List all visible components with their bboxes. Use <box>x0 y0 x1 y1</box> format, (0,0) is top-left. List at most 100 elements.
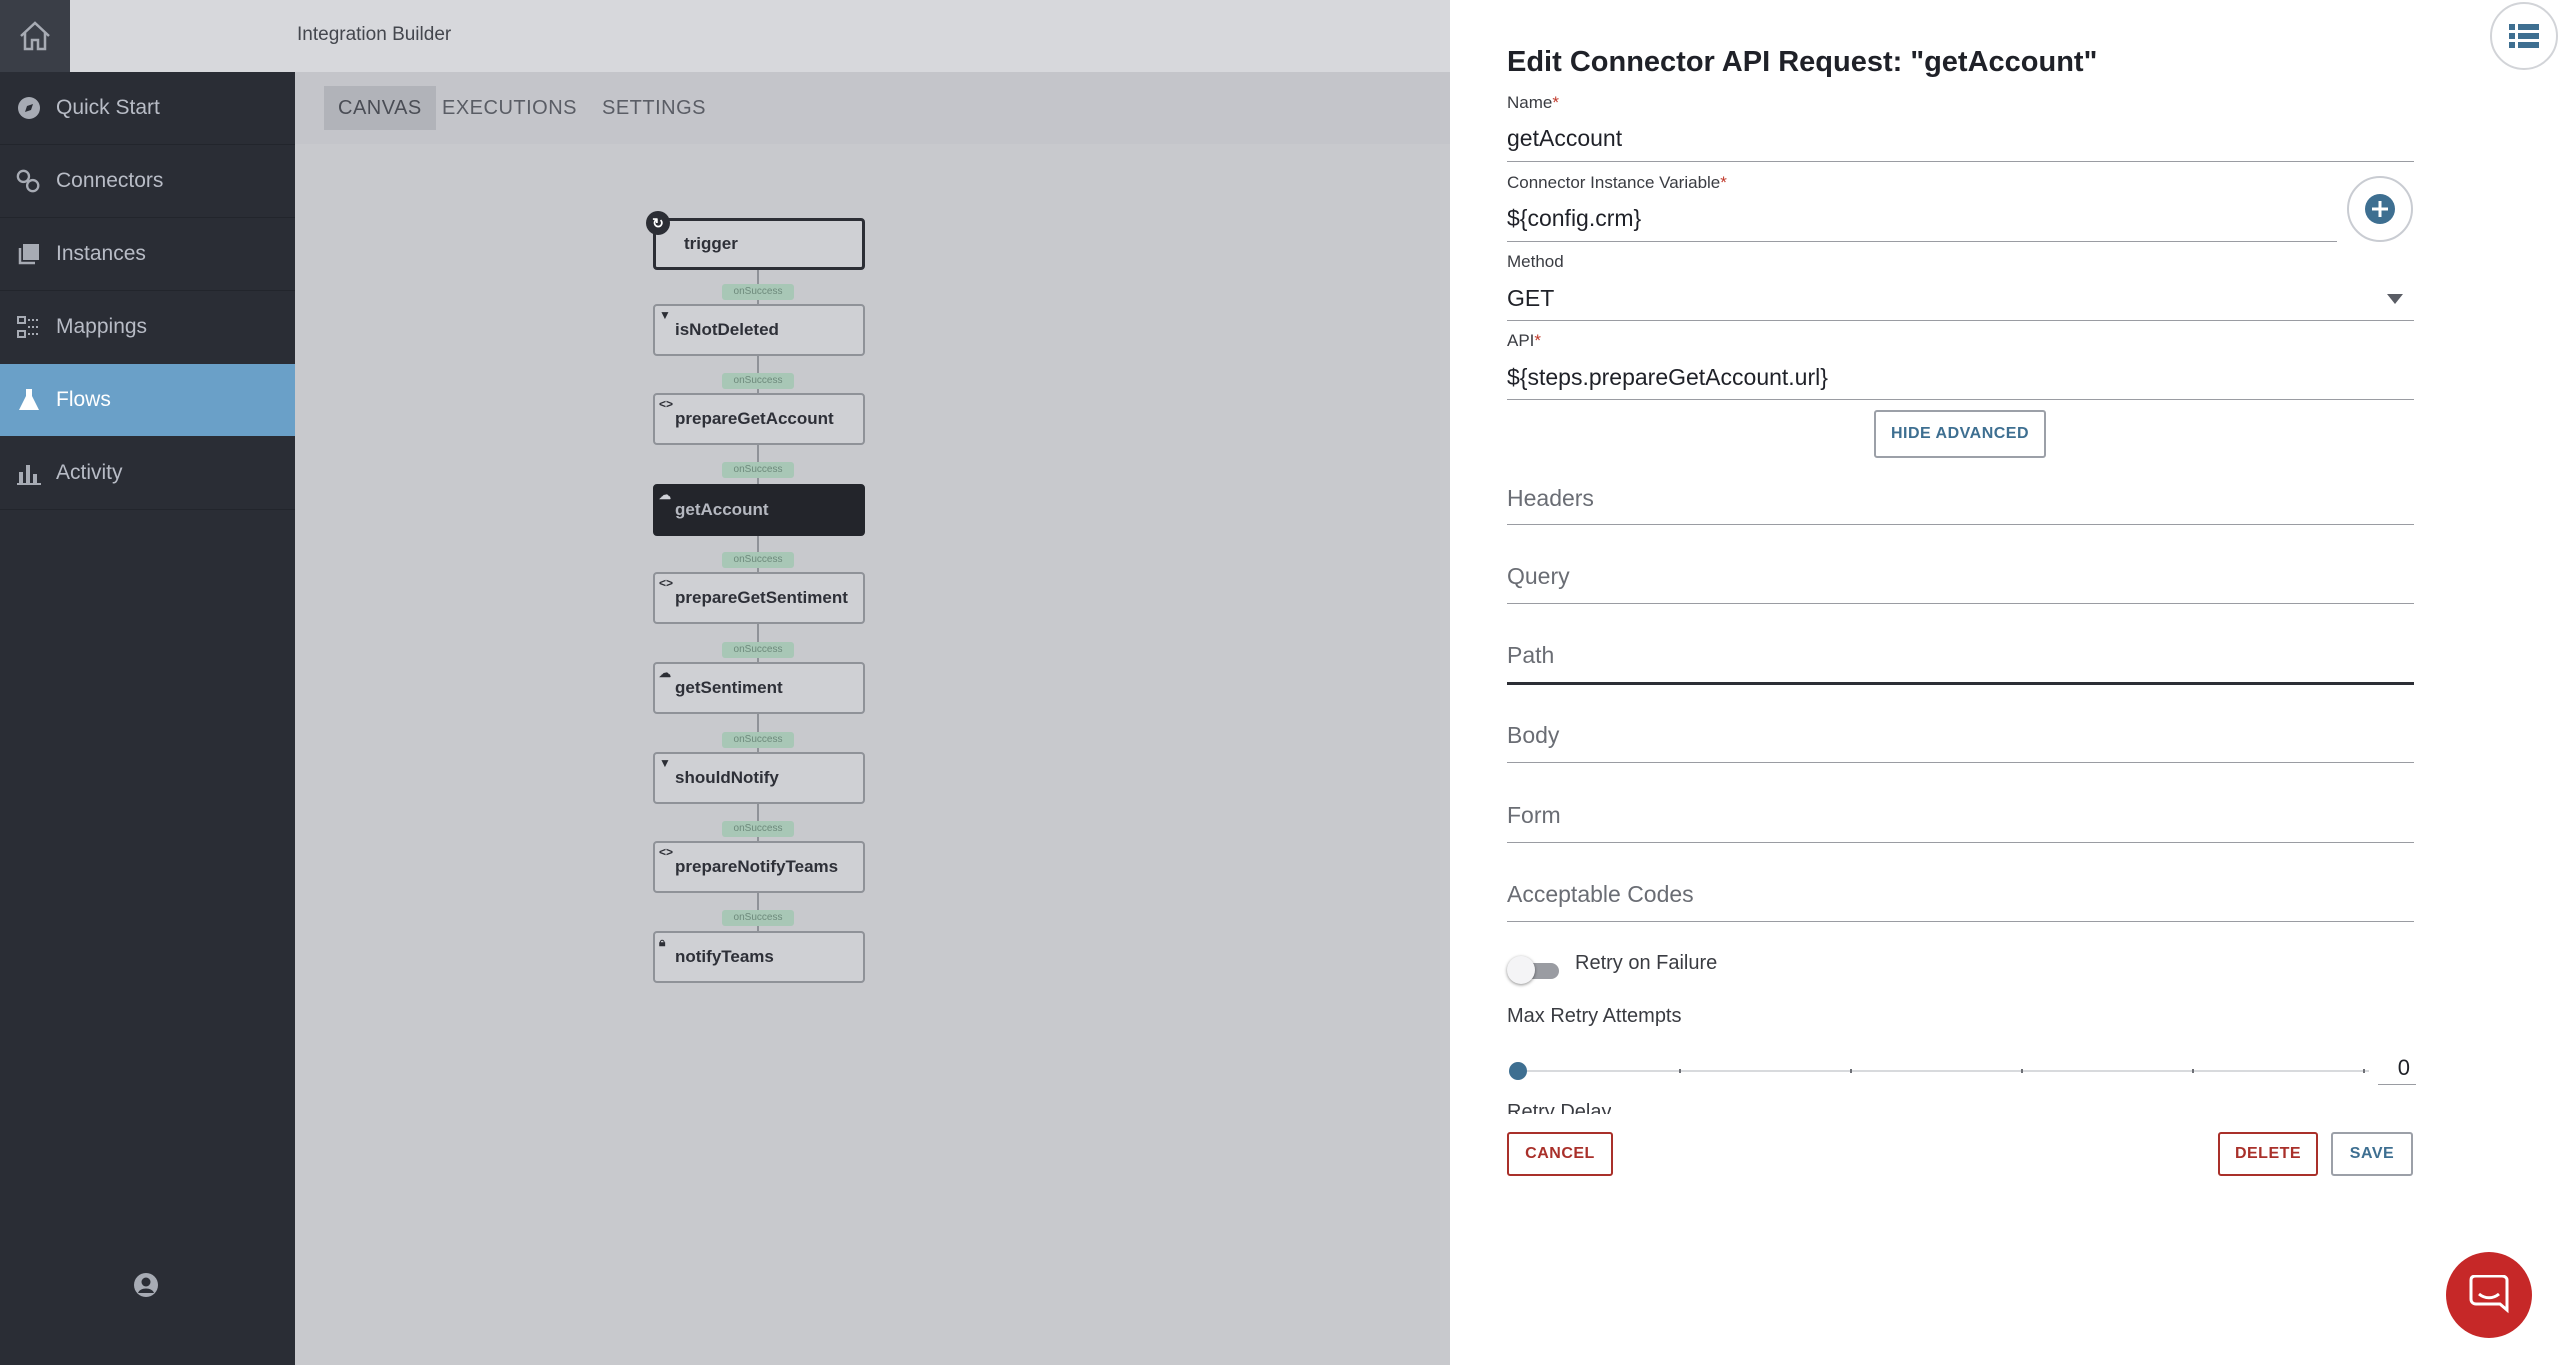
path-underline <box>1507 682 2414 685</box>
query-underline <box>1507 603 2414 604</box>
path-field[interactable]: Path <box>1507 642 1554 669</box>
top-bar: Integration Builder <box>70 0 1450 72</box>
on-success-badge: onSuccess <box>722 462 794 478</box>
code-icon: <> <box>659 576 674 590</box>
app-title: Integration Builder <box>297 24 452 45</box>
sidebar-item-mappings[interactable]: Mappings <box>0 291 295 363</box>
bar-chart-icon <box>16 460 42 486</box>
sidebar-item-label: Mappings <box>56 315 148 338</box>
form-field[interactable]: Form <box>1507 802 1561 829</box>
code-icon: <> <box>659 845 674 859</box>
flow-node-label: prepareGetSentiment <box>675 588 848 607</box>
code-icon: <> <box>659 397 674 411</box>
flow-node-trigger[interactable]: ↻ trigger <box>646 211 865 270</box>
form-underline <box>1507 842 2414 843</box>
flow-node-label: getAccount <box>675 500 769 519</box>
max-retry-slider[interactable] <box>1507 1060 2369 1082</box>
body-field[interactable]: Body <box>1507 722 1559 749</box>
name-label: Name* <box>1507 93 1559 113</box>
flow-node-get-account[interactable]: ☁ getAccount <box>653 484 865 536</box>
flow-node-label: getSentiment <box>675 678 783 697</box>
trigger-icon: ↻ <box>646 211 670 235</box>
headers-underline <box>1507 524 2414 525</box>
required-marker: * <box>1720 173 1727 192</box>
slider-tick <box>2363 1069 2365 1073</box>
flow-node-notify-teams[interactable]: 🔒︎ notifyTeams <box>653 931 865 983</box>
method-select[interactable]: GET <box>1507 285 1554 312</box>
on-success-badge: onSuccess <box>722 552 794 568</box>
compass-icon <box>16 95 42 121</box>
headers-field[interactable]: Headers <box>1507 485 1594 512</box>
tab-executions[interactable]: EXECUTIONS <box>428 86 591 130</box>
instance-variable-field[interactable]: ${config.crm} <box>1507 205 1641 232</box>
flow-node-label: isNotDeleted <box>675 320 779 339</box>
flow-node-label: prepareGetAccount <box>675 409 834 428</box>
cancel-button[interactable]: CANCEL <box>1507 1132 1613 1176</box>
user-account-icon[interactable] <box>133 1272 159 1298</box>
lock-icon: 🔒︎ <box>659 935 666 949</box>
instances-icon <box>16 241 42 267</box>
flow-node-is-not-deleted[interactable]: ▼ isNotDeleted <box>653 304 865 356</box>
home-icon <box>20 21 50 51</box>
api-label: API* <box>1507 331 1541 351</box>
body-underline <box>1507 762 2414 763</box>
tab-canvas[interactable]: CANVAS <box>324 86 436 130</box>
slider-rail <box>1517 1070 2369 1072</box>
sidebar-item-label: Quick Start <box>56 96 160 119</box>
acceptable-codes-field[interactable]: Acceptable Codes <box>1507 881 1694 908</box>
required-marker: * <box>1534 331 1542 350</box>
api-label-text: API <box>1507 331 1535 350</box>
flow-node-prepare-get-account[interactable]: <> prepareGetAccount <box>653 393 865 445</box>
api-underline <box>1507 399 2414 400</box>
filter-icon: ▼ <box>659 756 671 770</box>
instance-variable-underline <box>1507 241 2337 242</box>
sidebar-item-quick-start[interactable]: Quick Start <box>0 72 295 144</box>
instance-variable-label-text: Connector Instance Variable <box>1507 173 1721 192</box>
flow-canvas[interactable] <box>295 144 1450 1365</box>
cloud-icon: ☁ <box>659 666 671 680</box>
flow-node-label: prepareNotifyTeams <box>675 857 839 876</box>
tab-settings[interactable]: SETTINGS <box>588 86 720 130</box>
name-field[interactable]: getAccount <box>1507 125 1622 152</box>
list-icon <box>2509 24 2539 48</box>
method-underline <box>1507 320 2414 321</box>
name-label-text: Name <box>1507 93 1553 112</box>
sidebar-item-label: Instances <box>56 242 146 265</box>
chat-button[interactable] <box>2446 1252 2532 1338</box>
sidebar-item-activity[interactable]: Activity <box>0 437 295 509</box>
flow-node-label: trigger <box>684 234 738 253</box>
slider-thumb[interactable] <box>1509 1062 1527 1080</box>
sidebar: Quick Start Connectors Instances Mapping… <box>0 0 295 1365</box>
on-success-badge: onSuccess <box>722 373 794 389</box>
on-success-badge: onSuccess <box>722 284 794 300</box>
flow-node-prepare-notify-teams[interactable]: <> prepareNotifyTeams <box>653 841 865 893</box>
sidebar-item-instances[interactable]: Instances <box>0 218 295 290</box>
retry-on-failure-toggle[interactable] <box>1507 956 1559 984</box>
home-button[interactable] <box>0 0 70 72</box>
flow-node-label: shouldNotify <box>675 768 779 787</box>
cloud-icon: ☁ <box>659 488 671 502</box>
list-view-button[interactable] <box>2490 2 2558 70</box>
delete-button[interactable]: DELETE <box>2218 1132 2318 1176</box>
max-retry-attempts-label: Max Retry Attempts <box>1507 1005 1682 1027</box>
caret-down-icon[interactable] <box>2387 294 2403 304</box>
save-button[interactable]: SAVE <box>2331 1132 2413 1176</box>
flow-node-prepare-get-sentiment[interactable]: <> prepareGetSentiment <box>653 572 865 624</box>
on-success-badge: onSuccess <box>722 821 794 837</box>
on-success-badge: onSuccess <box>722 910 794 926</box>
sidebar-item-flows[interactable]: Flows <box>0 364 295 436</box>
sidebar-item-label: Flows <box>56 388 111 411</box>
flask-icon <box>16 387 42 413</box>
hide-advanced-button[interactable]: HIDE ADVANCED <box>1874 410 2046 458</box>
query-field[interactable]: Query <box>1507 563 1570 590</box>
api-field[interactable]: ${steps.prepareGetAccount.url} <box>1507 364 1828 391</box>
flow-node-should-notify[interactable]: ▼ shouldNotify <box>653 752 865 804</box>
sidebar-item-label: Activity <box>56 461 123 484</box>
sidebar-item-connectors[interactable]: Connectors <box>0 145 295 217</box>
flow-node-get-sentiment[interactable]: ☁ getSentiment <box>653 662 865 714</box>
add-variable-button[interactable] <box>2347 176 2413 242</box>
instance-variable-label: Connector Instance Variable* <box>1507 173 1727 193</box>
max-retry-value[interactable]: 0 <box>2378 1055 2416 1085</box>
on-success-badge: onSuccess <box>722 732 794 748</box>
on-success-badge: onSuccess <box>722 642 794 658</box>
